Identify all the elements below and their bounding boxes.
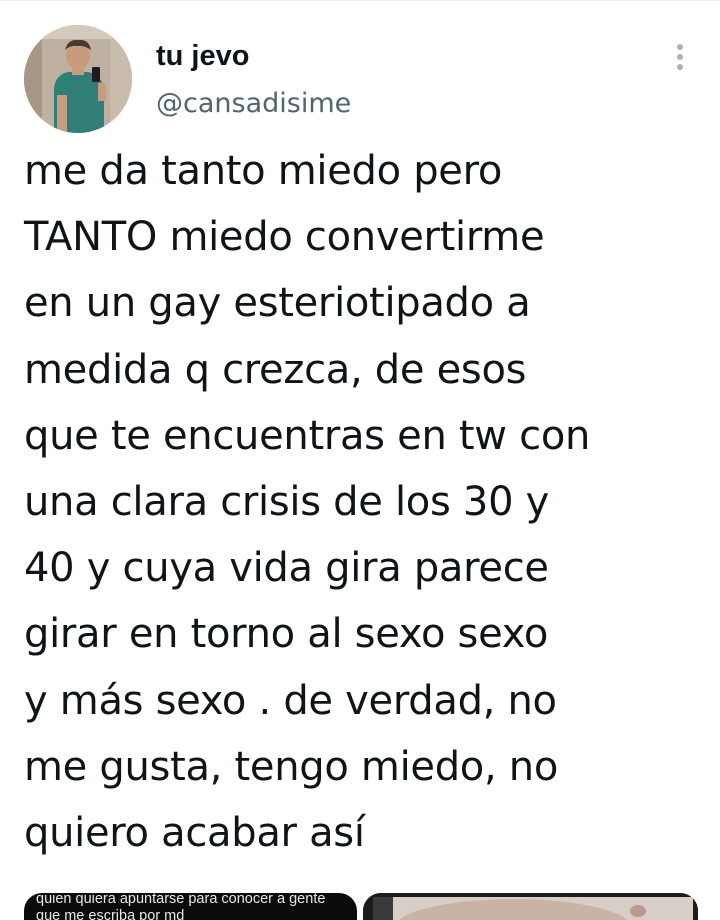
tweet-text-line: y más sexo . de verdad, no <box>24 677 557 724</box>
author-display-name[interactable]: tu jevo <box>156 38 249 74</box>
author-handle[interactable]: @cansadisime <box>156 86 351 122</box>
avatar-photo <box>24 25 132 133</box>
media-caption-line: que me escriba por md <box>36 908 185 920</box>
tweet-text-line: me gusta, tengo miedo, no <box>24 743 559 790</box>
tweet-text-line: una clara crisis de los 30 y <box>24 479 550 526</box>
tweet-text-line: me da tanto miedo pero <box>24 148 503 194</box>
tweet-text-line: quiero acabar así <box>24 810 365 857</box>
more-vertical-icon <box>677 44 683 70</box>
top-divider <box>0 0 720 1</box>
tweet-screen: tu jevo @cansadisime me da tanto miedo p… <box>0 0 720 920</box>
media-tile-photo[interactable] <box>363 893 698 920</box>
tweet-text-line: TANTO miedo convertirme <box>24 214 545 261</box>
avatar[interactable] <box>24 25 132 133</box>
tweet-text-line: girar en torno al sexo sexo <box>24 611 549 658</box>
media-tile-screenshot[interactable]: quien quiera apuntarse para conocer a ge… <box>24 893 357 920</box>
tweet-text-line: medida q crezca, de esos <box>24 346 527 393</box>
tweet-text-line: que te encuentras en tw con <box>24 412 591 459</box>
tweet-text: me da tanto miedo pero TANTO miedo conve… <box>24 138 704 866</box>
tweet-text-line: en un gay esteriotipado a <box>24 280 531 327</box>
more-options-button[interactable] <box>664 40 696 74</box>
media-caption: quien quiera apuntarse para conocer a ge… <box>36 893 356 920</box>
media-photo <box>363 893 698 920</box>
media-grid: quien quiera apuntarse para conocer a ge… <box>24 893 698 920</box>
tweet-text-line: 40 y cuya vida gira parece <box>24 545 549 592</box>
media-caption-line: quien quiera apuntarse para conocer a ge… <box>36 893 326 907</box>
